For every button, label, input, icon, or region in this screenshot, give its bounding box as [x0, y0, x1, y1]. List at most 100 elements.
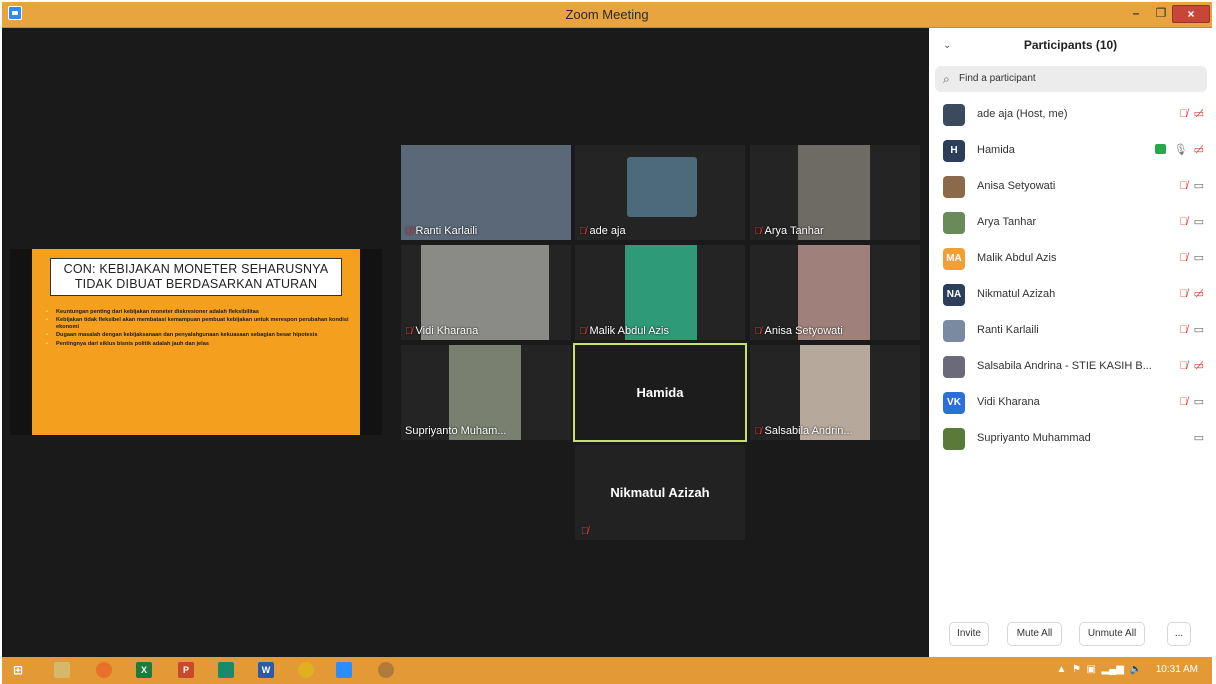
- participant-row[interactable]: Ranti Karlaili 🎙̸ ▭: [929, 313, 1212, 349]
- tile-name: 🎙̸ Malik Abdul Azis: [579, 325, 669, 337]
- file-explorer-icon[interactable]: [54, 662, 70, 678]
- maximize-button[interactable]: ❐: [1150, 5, 1172, 23]
- more-button[interactable]: ...: [1167, 622, 1191, 646]
- window-titlebar: Zoom Meeting – ❐ ×: [2, 2, 1212, 28]
- close-button[interactable]: ×: [1172, 5, 1210, 23]
- tile-name: Supriyanto Muham...: [405, 425, 507, 437]
- mic-muted-icon[interactable]: 🎙̸: [1179, 324, 1187, 336]
- slide-bullet: Kebijakan tidak fleksibel akan membatasi…: [46, 317, 352, 330]
- screen-share-icon: [1154, 144, 1166, 154]
- excel-icon[interactable]: X: [136, 662, 152, 678]
- video-icon[interactable]: ▭: [1194, 396, 1204, 408]
- mic-muted-icon[interactable]: 🎙̸: [1179, 108, 1187, 120]
- slide-bullets: Keuntungan penting dari kebijakan monete…: [46, 309, 352, 349]
- unmute-all-button[interactable]: Unmute All: [1079, 622, 1145, 646]
- tile-name: 🎙̸ Anisa Setyowati: [754, 325, 843, 337]
- video-tile[interactable]: 🎙̸ Ranti Karlaili: [401, 145, 571, 240]
- window-title: Zoom Meeting: [565, 7, 649, 22]
- video-off-icon[interactable]: ▭̸: [1194, 360, 1204, 372]
- avatar: [943, 104, 965, 126]
- mic-muted-icon[interactable]: 🎙̸: [1179, 288, 1187, 300]
- publisher-icon[interactable]: [218, 662, 234, 678]
- participant-name: Arya Tanhar: [977, 216, 1037, 228]
- avatar: H: [943, 140, 965, 162]
- mic-muted-icon[interactable]: 🎙̸: [1179, 396, 1187, 408]
- participant-row[interactable]: NA Nikmatul Azizah 🎙̸ ▭̸: [929, 277, 1212, 313]
- video-tile[interactable]: 🎙̸ Arya Tanhar: [750, 145, 920, 240]
- mic-muted-icon[interactable]: 🎙̸: [1179, 216, 1187, 228]
- video-tile[interactable]: 🎙̸ Anisa Setyowati: [750, 245, 920, 340]
- chrome-icon[interactable]: [298, 662, 314, 678]
- participant-row[interactable]: ade aja (Host, me) 🎙̸ ▭̸: [929, 97, 1212, 133]
- participant-row[interactable]: H Hamida 🎙 ▭̸: [929, 133, 1212, 169]
- video-icon[interactable]: ▭: [1194, 252, 1204, 264]
- sync-icon[interactable]: [378, 662, 394, 678]
- zoom-taskbar-icon[interactable]: [336, 662, 352, 678]
- mic-muted-icon: 🎙̸: [579, 326, 587, 337]
- powerpoint-icon[interactable]: P: [178, 662, 194, 678]
- participant-name: Anisa Setyowati: [977, 180, 1056, 192]
- video-tile[interactable]: 🎙̸ Salsabila Andrin...: [750, 345, 920, 440]
- system-tray[interactable]: ▲ ⚑ ▣ ▂▄▆ 🔈: [1057, 664, 1142, 675]
- participant-name: Supriyanto Muhammad: [977, 432, 1091, 444]
- video-tile[interactable]: Supriyanto Muham...: [401, 345, 571, 440]
- tile-name: 🎙̸ Ranti Karlaili: [405, 225, 478, 237]
- mic-muted-icon[interactable]: 🎙̸: [1179, 360, 1187, 372]
- mic-icon[interactable]: 🎙: [1174, 144, 1188, 156]
- video-icon[interactable]: ▭: [1194, 180, 1204, 192]
- slide-bullet: Keuntungan penting dari kebijakan monete…: [46, 309, 352, 316]
- participants-header: Participants (10): [1023, 38, 1118, 52]
- avatar: MA: [943, 248, 965, 270]
- clock[interactable]: 10:31 AM: [1156, 664, 1198, 675]
- video-off-icon[interactable]: ▭̸: [1194, 144, 1204, 156]
- meeting-stage: CON: KEBIJAKAN MONETER SEHARUSNYA TIDAK …: [2, 28, 929, 657]
- video-tile[interactable]: 🎙̸ Vidi Kharana: [401, 245, 571, 340]
- video-off-icon[interactable]: ▭̸: [1194, 108, 1204, 120]
- tile-name: Nikmatul Azizah: [610, 485, 710, 500]
- video-off-icon[interactable]: ▭̸: [1194, 288, 1204, 300]
- participant-row[interactable]: Arya Tanhar 🎙̸ ▭: [929, 205, 1212, 241]
- participant-name: ade aja (Host, me): [977, 108, 1068, 120]
- minimize-button[interactable]: –: [1124, 5, 1148, 23]
- firefox-icon[interactable]: [96, 662, 112, 678]
- participant-row[interactable]: Salsabila Andrina - STIE KASIH B... 🎙̸ ▭̸: [929, 349, 1212, 385]
- participant-name: Hamida: [977, 144, 1015, 156]
- avatar: VK: [943, 392, 965, 414]
- slide-title: CON: KEBIJAKAN MONETER SEHARUSNYA TIDAK …: [50, 258, 342, 296]
- tile-name: Hamida: [636, 385, 684, 400]
- mute-all-button[interactable]: Mute All: [1007, 622, 1062, 646]
- video-tile[interactable]: Nikmatul Azizah 🎙̸: [575, 445, 745, 540]
- avatar: [943, 320, 965, 342]
- invite-button[interactable]: Invite: [949, 622, 989, 646]
- mic-muted-icon[interactable]: 🎙̸: [1179, 180, 1187, 192]
- video-tile[interactable]: 🎙̸ Malik Abdul Azis: [575, 245, 745, 340]
- participant-name: Vidi Kharana: [977, 396, 1040, 408]
- avatar: [943, 428, 965, 450]
- mic-muted-icon[interactable]: 🎙̸: [1179, 252, 1187, 264]
- participant-name: Ranti Karlaili: [977, 324, 1039, 336]
- video-tile[interactable]: 🎙̸ ade aja: [575, 145, 745, 240]
- participant-row[interactable]: Supriyanto Muhammad ▭: [929, 421, 1212, 457]
- participants-panel: ⌄ Participants (10) ⌕ Find a participant…: [929, 28, 1212, 657]
- video-icon[interactable]: ▭: [1194, 432, 1204, 444]
- slide-bullet: Dugaan masalah dengan kebijaksanaan dan …: [46, 332, 352, 339]
- slide-title-line-2: TIDAK DIBUAT BERDASARKAN ATURAN: [74, 277, 318, 291]
- video-icon[interactable]: ▭: [1194, 216, 1204, 228]
- video-icon[interactable]: ▭: [1194, 324, 1204, 336]
- start-icon[interactable]: ⊞: [10, 662, 26, 678]
- avatar: [943, 212, 965, 234]
- participant-name: Salsabila Andrina - STIE KASIH B...: [977, 360, 1152, 372]
- tile-name: 🎙̸ ade aja: [579, 225, 626, 237]
- participant-search-input[interactable]: ⌕ Find a participant: [935, 66, 1207, 92]
- word-icon[interactable]: W: [258, 662, 274, 678]
- participant-row[interactable]: MA Malik Abdul Azis 🎙̸ ▭: [929, 241, 1212, 277]
- avatar: NA: [943, 284, 965, 306]
- tile-name: 🎙̸ Salsabila Andrin...: [754, 425, 853, 437]
- active-speaker-tile[interactable]: Hamida: [573, 343, 747, 442]
- panel-footer: Invite Mute All Unmute All ...: [929, 622, 1212, 646]
- participant-row[interactable]: Anisa Setyowati 🎙̸ ▭: [929, 169, 1212, 205]
- slide-title-line-1: CON: KEBIJAKAN MONETER SEHARUSNYA: [63, 262, 329, 276]
- participant-row[interactable]: VK Vidi Kharana 🎙̸ ▭: [929, 385, 1212, 421]
- shared-screen: CON: KEBIJAKAN MONETER SEHARUSNYA TIDAK …: [10, 249, 382, 435]
- mic-muted-icon: 🎙̸: [754, 226, 762, 237]
